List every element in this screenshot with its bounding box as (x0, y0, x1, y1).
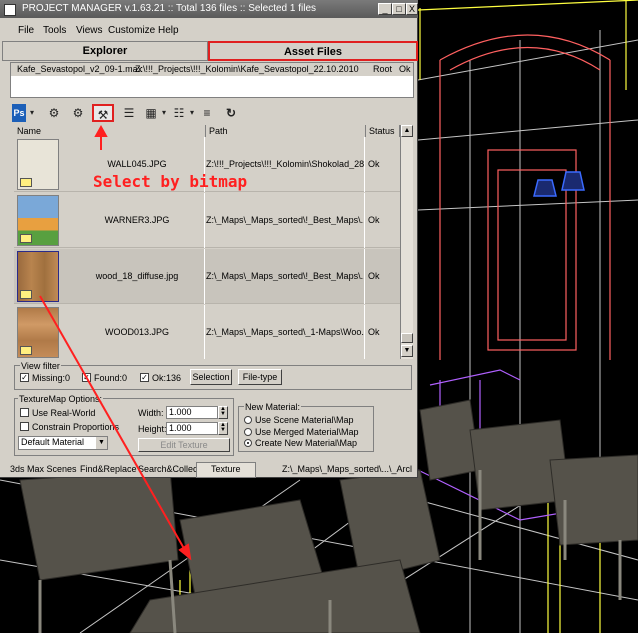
annotation-arrowhead-down (178, 543, 192, 561)
annotation-arrow-down (39, 295, 187, 553)
annotation-overlay (39, 124, 192, 561)
annotation-arrowhead-up (94, 124, 108, 137)
annotation-text: Select by bitmap (93, 172, 248, 191)
